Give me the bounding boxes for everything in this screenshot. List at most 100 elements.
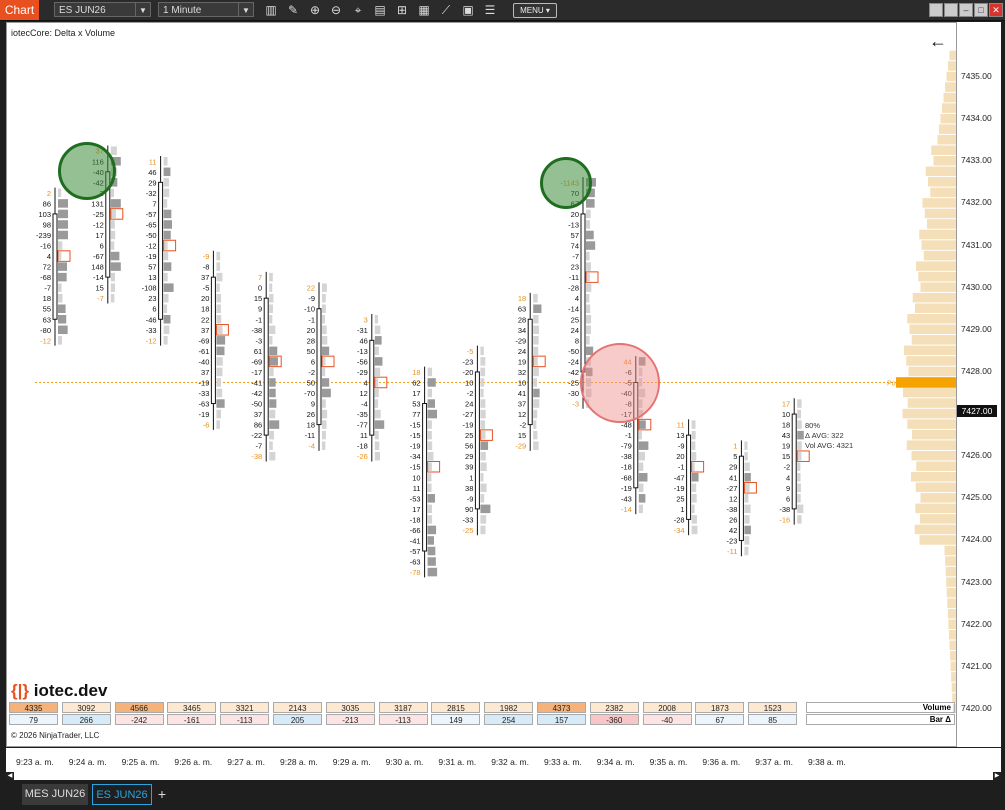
volume-cell: [533, 399, 540, 408]
volume-cell-summary: 1873: [695, 702, 745, 713]
bars-icon[interactable]: ▥: [263, 2, 279, 18]
delta-value: -63: [410, 558, 421, 567]
volume-cell: [480, 494, 485, 503]
volume-cell: [163, 336, 168, 345]
price-tick: 7429.00: [961, 323, 992, 334]
minimize-icon[interactable]: –: [959, 3, 973, 17]
volume-cell: [797, 441, 802, 450]
volume-cell-summary: 4335: [9, 702, 58, 713]
add-tab-button[interactable]: +: [154, 784, 170, 805]
volume-profile-bar: [924, 208, 956, 219]
delta-value: 39: [465, 463, 473, 472]
crosshair-icon[interactable]: ⌖: [350, 2, 366, 18]
volume-cell: [480, 504, 491, 514]
delta-cell-summary: 157: [537, 714, 586, 725]
delta-value: 98: [43, 220, 51, 229]
delta-value: -29: [515, 442, 526, 451]
draw-icon[interactable]: ✎: [285, 2, 301, 18]
volume-profile-bar: [919, 229, 956, 240]
volume-profile-bar: [940, 113, 956, 124]
horizontal-scrollbar[interactable]: ◀ ▶: [6, 772, 1001, 780]
delta-value: 29: [465, 452, 473, 461]
chevron-down-icon[interactable]: ▼: [135, 3, 150, 16]
delta-value: 26: [729, 515, 737, 524]
chart-plot-area[interactable]: Po28610398-239-16472-68-7185563-80-12371…: [6, 22, 957, 747]
volume-cell: [797, 409, 802, 419]
delta-value: -35: [357, 410, 368, 419]
volume-cell-summary: 2143: [273, 702, 322, 713]
volume-cell: [427, 557, 436, 566]
time-tick: 9:34 a. m.: [596, 757, 635, 767]
delta-value: -2: [467, 389, 474, 398]
volume-cell: [374, 441, 380, 450]
time-tick: 9:33 a. m.: [544, 757, 582, 767]
volume-profile-bar: [907, 398, 956, 408]
volume-cell: [374, 357, 383, 366]
delta-value: 15: [95, 284, 103, 293]
back-arrow-icon[interactable]: ←: [929, 31, 947, 52]
zoom-out-icon[interactable]: ⊖: [328, 2, 344, 18]
maximize-icon[interactable]: □: [974, 3, 988, 17]
delta-value: 57: [148, 263, 156, 272]
instrument-selector[interactable]: ES JUN26 ▼: [54, 2, 151, 17]
delta-value: -26: [357, 452, 368, 461]
delta-value: -34: [674, 526, 685, 535]
zoom-in-icon[interactable]: ⊕: [307, 2, 323, 18]
properties-icon[interactable]: ▣: [460, 2, 476, 18]
tab-es-jun26[interactable]: ES JUN26: [92, 784, 152, 805]
scroll-left-icon[interactable]: ◀: [6, 772, 14, 780]
volume-cell: [58, 336, 62, 345]
tab-mes-jun26[interactable]: MES JUN26: [22, 784, 88, 805]
volume-cell: [163, 251, 169, 261]
volume-cell: [269, 325, 276, 335]
candle-body: [422, 403, 428, 552]
delta-value: 20: [307, 326, 315, 335]
price-axis[interactable]: 7435.00 7434.00 7433.00 7432.00 7431.00 7430.…: [957, 22, 1001, 747]
delta-value: -12: [40, 336, 51, 345]
delta-value: 131: [91, 199, 104, 208]
tile-window-icon[interactable]: [944, 3, 958, 17]
volume-cell: [163, 199, 168, 208]
strategies-icon[interactable]: ⊞: [394, 2, 410, 18]
volume-cell: [110, 241, 115, 250]
delta-value: -53: [410, 494, 421, 503]
list-icon[interactable]: ☰: [482, 2, 498, 18]
delta-value: 6: [786, 494, 790, 503]
delta-value: 0: [258, 284, 262, 293]
scroll-right-icon[interactable]: ▶: [993, 772, 1001, 780]
delta-value: -28: [674, 515, 685, 524]
candle-body: [527, 318, 533, 426]
close-icon[interactable]: ✕: [989, 3, 1003, 17]
volume-profile-bar: [919, 535, 956, 545]
data-box-icon[interactable]: ▤: [372, 2, 388, 18]
delta-value: -7: [572, 252, 579, 261]
indicators-icon[interactable]: ▦: [416, 2, 432, 18]
volume-cell: [638, 494, 646, 503]
chevron-down-icon[interactable]: ▼: [238, 3, 253, 16]
delta-value: -12: [146, 242, 157, 251]
volume-cell: [586, 199, 595, 208]
volume-profile-bar: [937, 134, 956, 145]
volume-cell: [480, 367, 486, 377]
delta-value: -1: [308, 315, 315, 324]
delta-value: 53: [412, 400, 420, 409]
volume-cell: [691, 451, 697, 461]
time-axis[interactable]: 9:23 a. m. 9:24 a. m. 9:25 a. m. 9:26 a. m.…: [6, 748, 1001, 772]
chart-title-tab[interactable]: Chart: [0, 0, 39, 20]
volume-cell: [58, 209, 68, 219]
volume-profile-bar: [946, 577, 956, 587]
volume-cell: [533, 409, 538, 419]
delta-value: -41: [251, 378, 262, 387]
delta-value: -14: [621, 505, 632, 514]
volume-cell: [322, 325, 327, 335]
menu-button[interactable]: MENU ▾: [513, 3, 557, 18]
volume-cell: [586, 315, 592, 324]
performance-icon[interactable]: ⟋: [438, 2, 454, 18]
volume-profile-bar: [948, 630, 956, 640]
volume-cell: [533, 325, 540, 335]
delta-value: -69: [251, 357, 262, 366]
volume-cell: [163, 167, 171, 177]
delta-value: -19: [621, 484, 632, 493]
tile-window-icon[interactable]: [929, 3, 943, 17]
interval-selector[interactable]: 1 Minute ▼: [158, 2, 254, 17]
